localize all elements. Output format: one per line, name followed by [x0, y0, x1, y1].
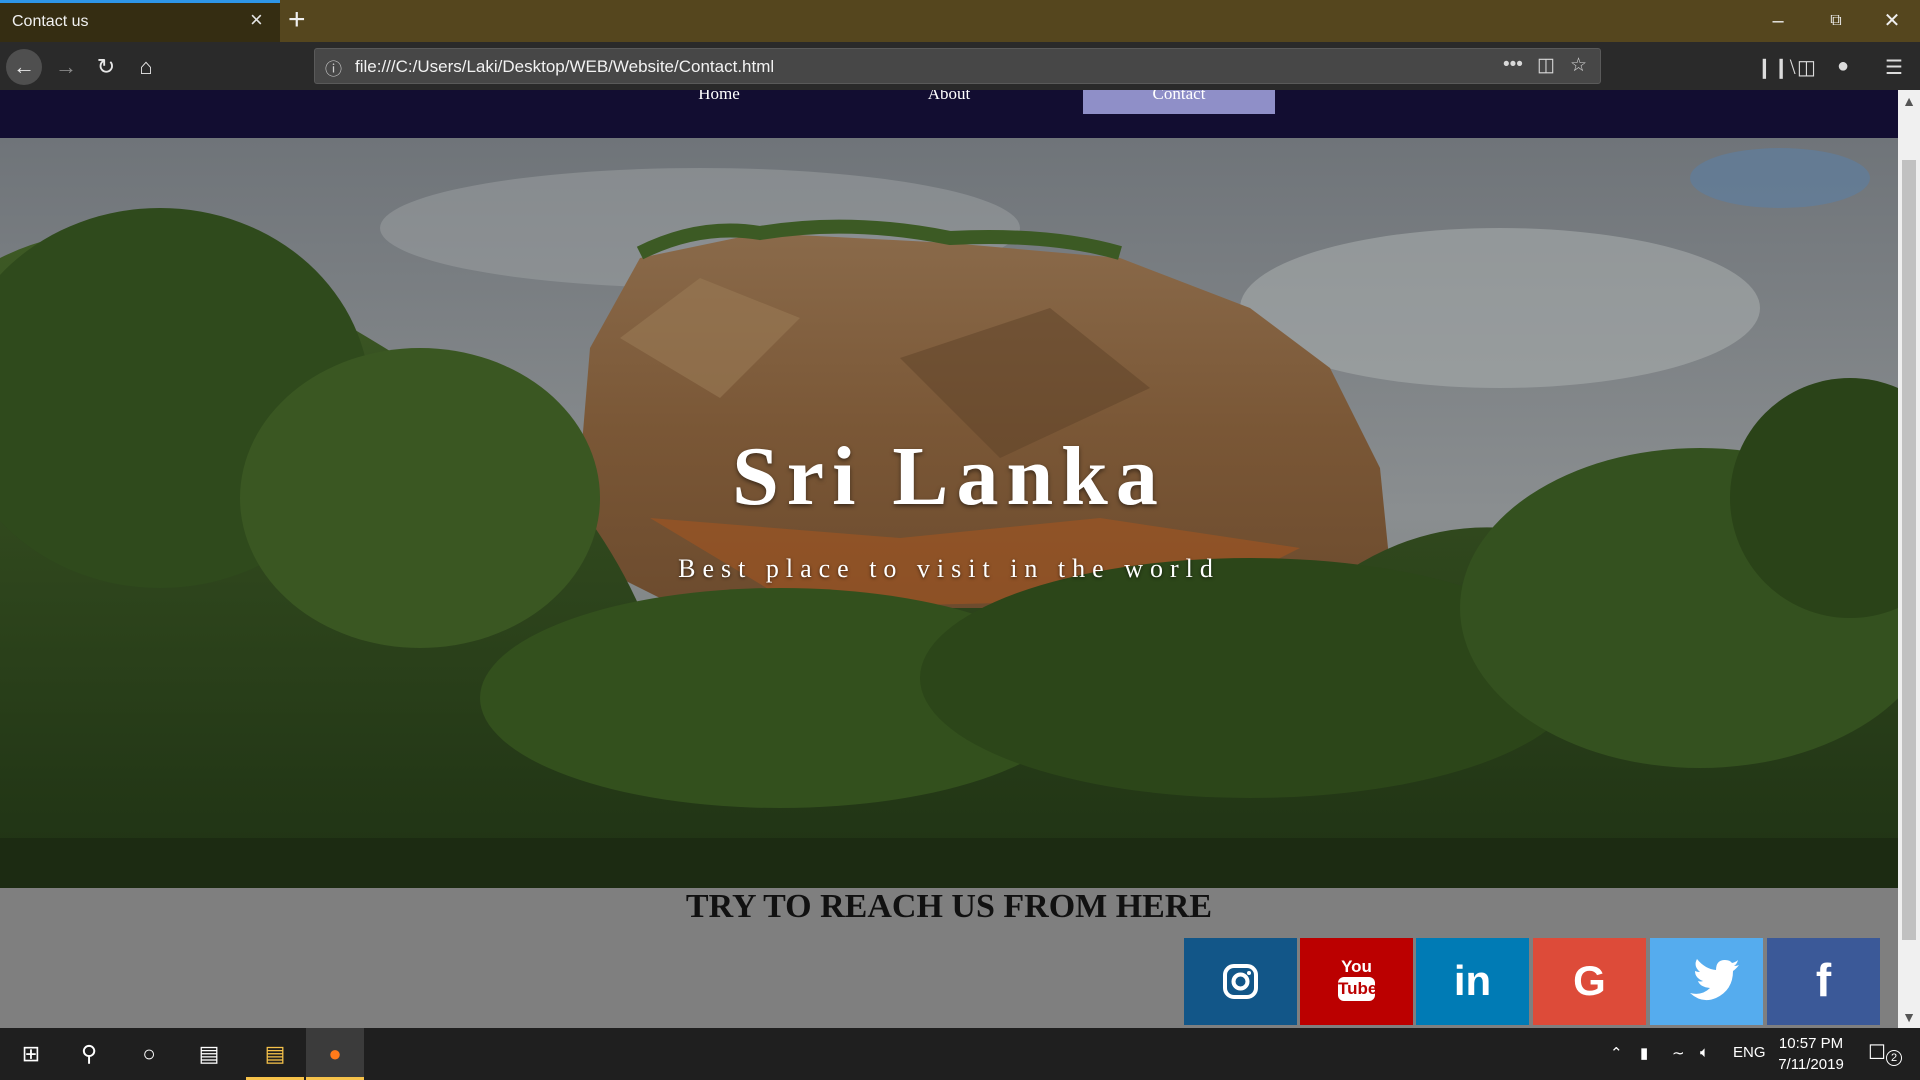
nav-about[interactable]: About	[853, 90, 1045, 114]
library-icon[interactable]: ❙❙⧵	[1756, 55, 1796, 80]
linkedin-button[interactable]: in	[1416, 938, 1529, 1025]
contact-heading: TRY TO REACH US FROM HERE	[685, 888, 1213, 925]
close-window-icon[interactable]: ✕	[1862, 4, 1920, 38]
linkedin-icon: in	[1453, 957, 1492, 1004]
twitter-icon	[1690, 959, 1739, 1001]
site-info-icon[interactable]: ⓘ	[325, 55, 342, 80]
facebook-icon: f	[1815, 954, 1832, 1006]
facebook-button[interactable]: f	[1767, 938, 1880, 1025]
language-indicator[interactable]: ENG	[1733, 1044, 1766, 1061]
scroll-up-icon[interactable]: ▲	[1898, 90, 1920, 112]
account-icon[interactable]: ●	[1837, 55, 1849, 78]
browser-toolbar: ← → ↻ ⌂ ⓘ file:///C:/Users/Laki/Desktop/…	[0, 42, 1920, 90]
wifi-icon[interactable]: ∼	[1672, 1044, 1685, 1062]
search-icon[interactable]: ⚲	[60, 1028, 118, 1080]
url-bar[interactable]: ⓘ file:///C:/Users/Laki/Desktop/WEB/Webs…	[314, 48, 1601, 84]
windows-taskbar: ⊞ ⚲ ○ ▤ ▤ ● ⌃ ▮ ∼ 🔈︎ ENG 10:57 PM 7/11/2…	[0, 1028, 1920, 1080]
youtube-button[interactable]: You Tube	[1300, 938, 1413, 1025]
bookmark-star-icon[interactable]: ☆	[1570, 54, 1587, 77]
site-navigation: Home About Contact	[0, 90, 1898, 138]
menu-icon[interactable]: ☰	[1885, 55, 1903, 80]
windows-start-icon[interactable]: ⊞	[2, 1028, 60, 1080]
home-icon[interactable]: ⌂	[128, 49, 164, 85]
youtube-icon-bottom: Tube	[1338, 977, 1377, 1001]
file-explorer-icon[interactable]: ▤	[246, 1028, 304, 1080]
hero-title: Sri Lanka	[732, 430, 1166, 523]
battery-icon[interactable]: ▮	[1640, 1044, 1648, 1062]
page-viewport: Home About Contact Sri Lanka Best place …	[0, 90, 1898, 1028]
minimize-icon[interactable]: –	[1748, 4, 1808, 38]
youtube-icon-top: You	[1341, 957, 1372, 976]
hero-banner: Sri Lanka Best place to visit in the wor…	[0, 138, 1898, 888]
page-actions-icon[interactable]: •••	[1503, 54, 1523, 76]
back-icon[interactable]: ←	[6, 49, 42, 85]
restore-icon[interactable]: ⧉	[1806, 4, 1866, 38]
browser-tab[interactable]: Contact us ×	[0, 0, 280, 42]
clock[interactable]: 10:57 PM 7/11/2019	[1765, 1033, 1857, 1075]
new-tab-icon[interactable]: +	[288, 2, 306, 38]
volume-icon[interactable]: 🔈︎	[1700, 1044, 1709, 1061]
pocket-icon[interactable]: ◫	[1537, 54, 1555, 77]
clock-time: 10:57 PM	[1778, 1035, 1844, 1052]
instagram-button[interactable]	[1184, 938, 1297, 1025]
google-icon: G	[1573, 957, 1606, 1004]
twitter-button[interactable]	[1650, 938, 1763, 1025]
notification-count: 2	[1886, 1050, 1902, 1066]
scroll-thumb[interactable]	[1902, 160, 1916, 940]
forward-icon[interactable]: →	[48, 49, 84, 85]
google-button[interactable]: G	[1533, 938, 1646, 1025]
task-view-icon[interactable]: ▤	[180, 1028, 238, 1080]
reload-icon[interactable]: ↻	[88, 49, 124, 85]
tab-close-icon[interactable]: ×	[250, 7, 263, 33]
show-hidden-icons-icon[interactable]: ⌃	[1610, 1044, 1623, 1062]
tab-title: Contact us	[12, 13, 89, 30]
instagram-icon	[1223, 964, 1258, 999]
cortana-icon[interactable]: ○	[120, 1028, 178, 1080]
url-text[interactable]: file:///C:/Users/Laki/Desktop/WEB/Websit…	[355, 57, 774, 77]
clock-date: 7/11/2019	[1778, 1056, 1844, 1073]
nav-home[interactable]: Home	[623, 90, 815, 114]
nav-contact[interactable]: Contact	[1083, 90, 1275, 114]
hero-subtitle: Best place to visit in the world	[678, 554, 1220, 583]
action-center-icon[interactable]: ☐ 2	[1868, 1040, 1904, 1068]
firefox-icon[interactable]: ●	[306, 1028, 364, 1080]
sidebar-icon[interactable]: ◫	[1797, 55, 1816, 80]
scroll-down-icon[interactable]: ▼	[1898, 1006, 1920, 1028]
browser-tab-bar: Contact us × + – ⧉ ✕	[0, 0, 1920, 42]
contact-section: TRY TO REACH US FROM HERE You Tube in G …	[0, 888, 1898, 1028]
page-scrollbar[interactable]: ▲ ▼	[1898, 90, 1920, 1028]
